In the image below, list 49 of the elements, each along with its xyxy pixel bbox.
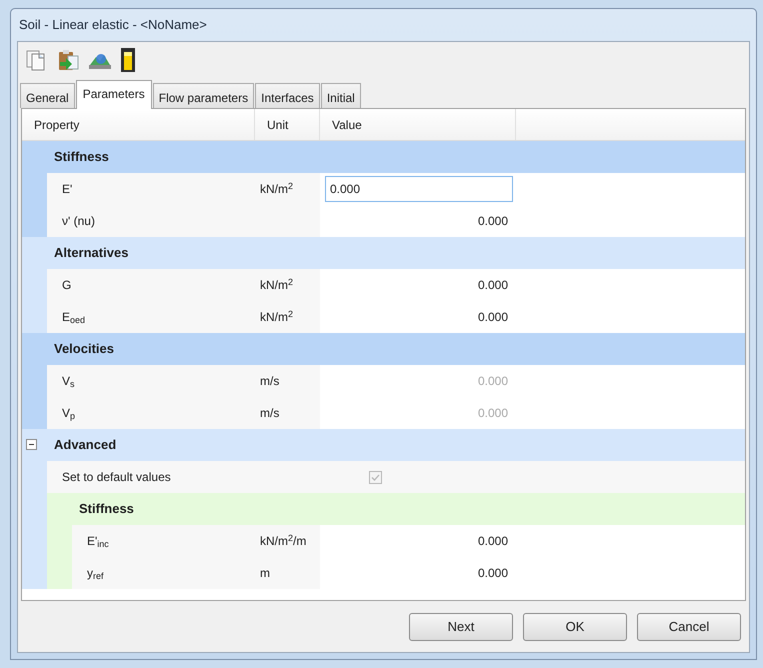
unit-label: kN/m$^{2}$ bbox=[260, 180, 294, 198]
indent-margin bbox=[22, 301, 47, 333]
unit-label: m/s bbox=[260, 405, 280, 422]
tab[interactable]: Initial bbox=[320, 83, 361, 108]
property-label: E'$_{inc}$ bbox=[87, 533, 109, 550]
column-header: Value bbox=[332, 116, 362, 134]
value-text: 0.000 bbox=[478, 565, 508, 582]
dialog-button[interactable]: Next bbox=[409, 613, 513, 641]
property-label: E' bbox=[62, 181, 72, 198]
tab[interactable]: Parameters bbox=[76, 80, 152, 109]
indent-margin bbox=[22, 557, 47, 589]
collapse-icon[interactable] bbox=[26, 439, 37, 450]
tab[interactable]: Flow parameters bbox=[152, 83, 254, 108]
property-label: G bbox=[62, 277, 72, 294]
unit-label: kN/m$^{2}$ bbox=[260, 308, 294, 326]
group-label: Velocities bbox=[54, 340, 114, 358]
indent-margin bbox=[47, 557, 72, 589]
indent-margin bbox=[22, 205, 47, 237]
property-label: V$_{s}$ bbox=[62, 373, 75, 390]
property-label: Set to default values bbox=[62, 469, 171, 486]
window-title: Soil - Linear elastic - <NoName> bbox=[19, 16, 207, 34]
tab[interactable]: General bbox=[20, 83, 75, 108]
value-text: 0.000 bbox=[478, 405, 508, 422]
group-label: Alternatives bbox=[54, 244, 128, 262]
clipboard-arrow-icon[interactable] bbox=[56, 48, 80, 72]
value-text: 0.000 bbox=[478, 277, 508, 294]
unit-label: kN/m$^{2}$ bbox=[260, 276, 294, 294]
group-label: Stiffness bbox=[54, 148, 109, 166]
property-label: y$_{ref}$ bbox=[87, 565, 104, 582]
property-label: E$_{oed}$ bbox=[62, 309, 86, 326]
column-header: Unit bbox=[267, 116, 288, 134]
dialog-button[interactable]: OK bbox=[523, 613, 627, 641]
unit-label: m bbox=[260, 565, 270, 582]
dialog-button[interactable]: Cancel bbox=[637, 613, 741, 641]
group-label: Stiffness bbox=[79, 500, 134, 518]
tab[interactable]: Interfaces bbox=[255, 83, 320, 108]
column-header: Property bbox=[34, 116, 80, 134]
property-label: ν' (nu) bbox=[62, 213, 95, 230]
group-label: Advanced bbox=[54, 436, 116, 454]
unit-label: m/s bbox=[260, 373, 280, 390]
property-label: V$_{p}$ bbox=[62, 405, 76, 422]
column-icon[interactable] bbox=[120, 47, 136, 73]
unit-label: kN/m$^{2}$/m bbox=[260, 532, 306, 550]
value-text: 0.000 bbox=[478, 373, 508, 390]
value-text: 0.000 bbox=[478, 213, 508, 230]
value-text: 0.000 bbox=[478, 309, 508, 326]
value-text: 0.000 bbox=[478, 533, 508, 550]
value-field[interactable]: 0.000 bbox=[325, 176, 513, 202]
indent-margin bbox=[22, 397, 47, 429]
